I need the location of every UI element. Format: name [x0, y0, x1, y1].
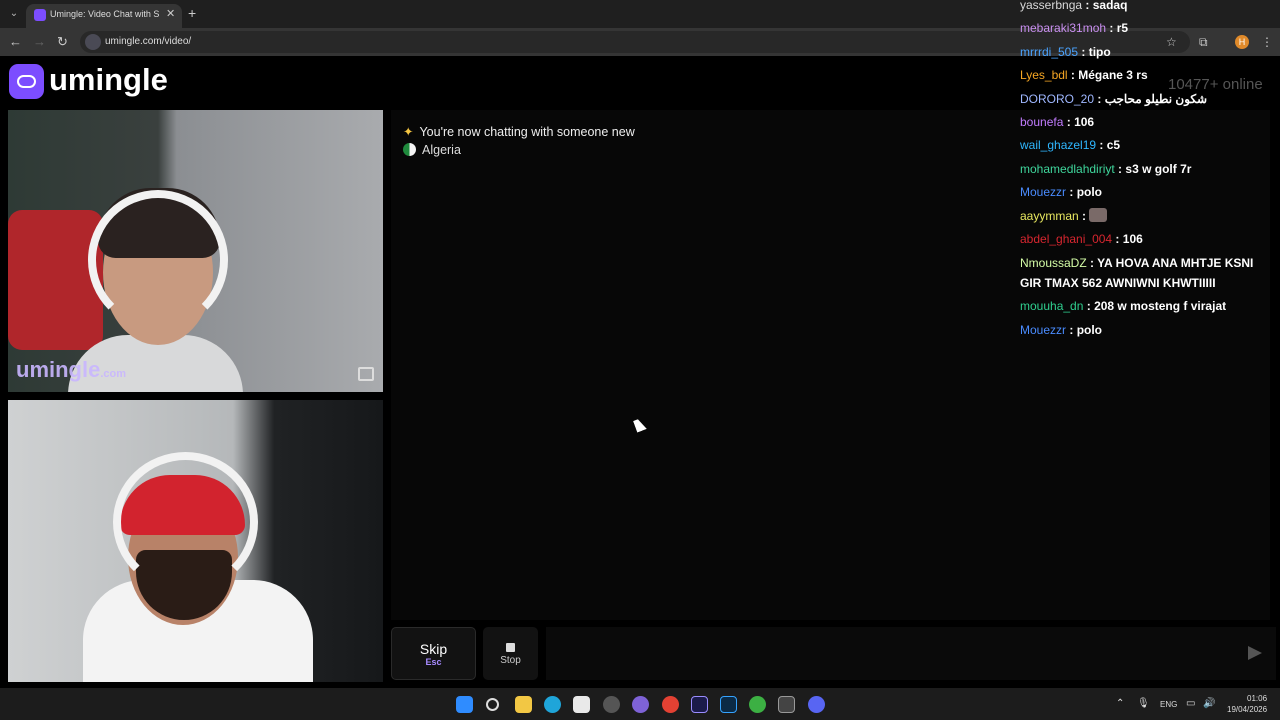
chat-username[interactable]: mohamedlahdiriyt — [1020, 162, 1115, 176]
chat-username[interactable]: abdel_ghani_004 — [1020, 232, 1112, 246]
chat-text: شكون نطيلو محاجب — [1104, 91, 1208, 106]
message-input[interactable] — [546, 627, 1276, 680]
umingle-logo-icon[interactable] — [9, 64, 44, 99]
new-tab-icon[interactable]: + — [188, 5, 196, 21]
obs-recording-icon[interactable] — [778, 696, 795, 713]
chat-username[interactable]: Mouezzr — [1020, 185, 1066, 199]
report-flag-icon[interactable] — [358, 367, 374, 381]
chrome-icon[interactable] — [662, 696, 679, 713]
file-explorer-icon[interactable] — [515, 696, 532, 713]
chat-text: c5 — [1106, 138, 1121, 153]
chat-username[interactable]: bounefa — [1020, 115, 1063, 129]
tray-chevron-icon[interactable]: ⌃ — [1116, 698, 1124, 709]
system-message: ✦ You're now chatting with someone new — [403, 125, 635, 139]
skip-shortcut: Esc — [425, 657, 442, 667]
stop-icon — [506, 643, 515, 652]
chat-username[interactable]: aayymman — [1020, 209, 1079, 223]
volume-icon[interactable]: 🔊 — [1203, 698, 1215, 709]
chat-text: polo — [1076, 322, 1103, 337]
url-text[interactable]: umingle.com/video/ — [105, 36, 191, 47]
clock-date[interactable]: 19/04/2026 — [1227, 705, 1267, 714]
windows-taskbar: ⌃ 🎙 ENG ▭ 🔊 01:06 19/04/2026 — [0, 688, 1280, 720]
chat-text: sadaq — [1092, 0, 1128, 12]
skip-label: Skip — [419, 641, 448, 657]
store-icon[interactable] — [573, 696, 590, 713]
language-indicator[interactable]: ENG — [1160, 700, 1177, 709]
stream-chat-overlay: yasserbnga : sadaq mebaraki31moh : r5 mrrr… — [1020, 0, 1275, 342]
chat-username[interactable]: DORORO_20 — [1020, 92, 1094, 106]
chat-text: s3 w golf 7r — [1125, 161, 1192, 176]
messenger-icon[interactable] — [632, 696, 649, 713]
send-icon[interactable] — [1248, 646, 1262, 660]
browser-tab[interactable]: Umingle: Video Chat with S ✕ — [26, 4, 182, 28]
headphones — [88, 190, 228, 330]
chat-message: Mouezzr : polo — [1020, 322, 1103, 337]
remote-video — [8, 400, 383, 682]
stop-button[interactable]: Stop — [483, 627, 538, 680]
search-icon[interactable] — [486, 698, 499, 711]
chat-username[interactable]: Lyes_bdl — [1020, 68, 1068, 82]
close-tab-icon[interactable]: ✕ — [166, 7, 175, 20]
chat-message: mohamedlahdiriyt : s3 w golf 7r — [1020, 161, 1192, 176]
tab-title: Umingle: Video Chat with S — [50, 9, 160, 19]
algeria-flag-icon — [403, 143, 416, 156]
umingle-favicon-icon — [34, 9, 46, 21]
edge-icon[interactable] — [544, 696, 561, 713]
forward-icon[interactable]: → — [33, 34, 46, 49]
microphone-icon[interactable]: 🎙 — [1137, 698, 1150, 709]
chat-message: bounefa : 106 — [1020, 115, 1095, 130]
reload-icon[interactable]: ↻ — [57, 34, 68, 50]
chat-username[interactable]: mebaraki31moh — [1020, 21, 1106, 35]
headphones — [113, 452, 258, 592]
chat-username[interactable]: mrrrdi_505 — [1020, 45, 1078, 59]
chat-username[interactable]: yasserbnga — [1020, 0, 1082, 12]
chat-text: 106 — [1074, 115, 1095, 130]
chat-message: yasserbnga : sadaq — [1020, 0, 1128, 12]
back-icon[interactable]: ← — [9, 34, 22, 49]
umingle-logo-text[interactable]: umingle — [49, 62, 168, 98]
gaming-chair — [8, 210, 103, 350]
photoshop-icon[interactable] — [720, 696, 737, 713]
premiere-icon[interactable] — [691, 696, 708, 713]
chat-message: mebaraki31moh : r5 — [1020, 21, 1129, 36]
skip-button[interactable]: Skip Esc — [391, 627, 476, 680]
discord-icon[interactable] — [808, 696, 825, 713]
utorrent-icon[interactable] — [749, 696, 766, 713]
chat-username[interactable]: Mouezzr — [1020, 323, 1066, 337]
tab-search-icon[interactable]: ⌄ — [6, 6, 22, 22]
chat-message: NmoussaDZ : YA HOVA ANA MHTJE KSNI GIR T… — [1020, 256, 1254, 291]
chat-message: abdel_ghani_004 : 106 — [1020, 232, 1143, 247]
chat-username[interactable]: wail_ghazel19 — [1020, 138, 1096, 152]
chat-text: polo — [1076, 185, 1103, 200]
network-icon[interactable]: ▭ — [1186, 698, 1195, 709]
local-video: umingle.com — [8, 110, 383, 392]
chat-message: mouuha_dn : 208 w mosteng f virajat — [1020, 299, 1227, 314]
chat-username[interactable]: mouuha_dn — [1020, 299, 1083, 313]
chat-message: mrrrdi_505 : tipo — [1020, 44, 1111, 59]
chatgpt-icon[interactable] — [603, 696, 620, 713]
chat-message: aayymman : — [1020, 205, 1275, 228]
chat-text: 106 — [1122, 232, 1143, 247]
chat-text: r5 — [1116, 21, 1129, 36]
emote-icon — [1089, 207, 1108, 222]
chat-text: tipo — [1088, 44, 1111, 59]
chat-message: DORORO_20 : شكون نطيلو محاجب — [1020, 91, 1208, 106]
chat-text: 208 w mosteng f virajat — [1094, 299, 1227, 314]
chat-text: Mégane 3 rs — [1078, 68, 1148, 83]
umingle-watermark: umingle.com — [16, 357, 127, 382]
chat-message: Mouezzr : polo — [1020, 185, 1103, 200]
site-info-icon[interactable] — [85, 34, 101, 50]
clock-time[interactable]: 01:06 — [1247, 694, 1267, 703]
partner-country: Algeria — [403, 143, 461, 157]
sparkles-icon: ✦ — [403, 125, 414, 139]
chat-username[interactable]: NmoussaDZ — [1020, 256, 1087, 270]
chat-message: wail_ghazel19 : c5 — [1020, 138, 1121, 153]
windows-start-icon[interactable] — [456, 696, 473, 713]
chat-message: Lyes_bdl : Mégane 3 rs — [1020, 68, 1148, 83]
stop-label: Stop — [500, 655, 521, 666]
